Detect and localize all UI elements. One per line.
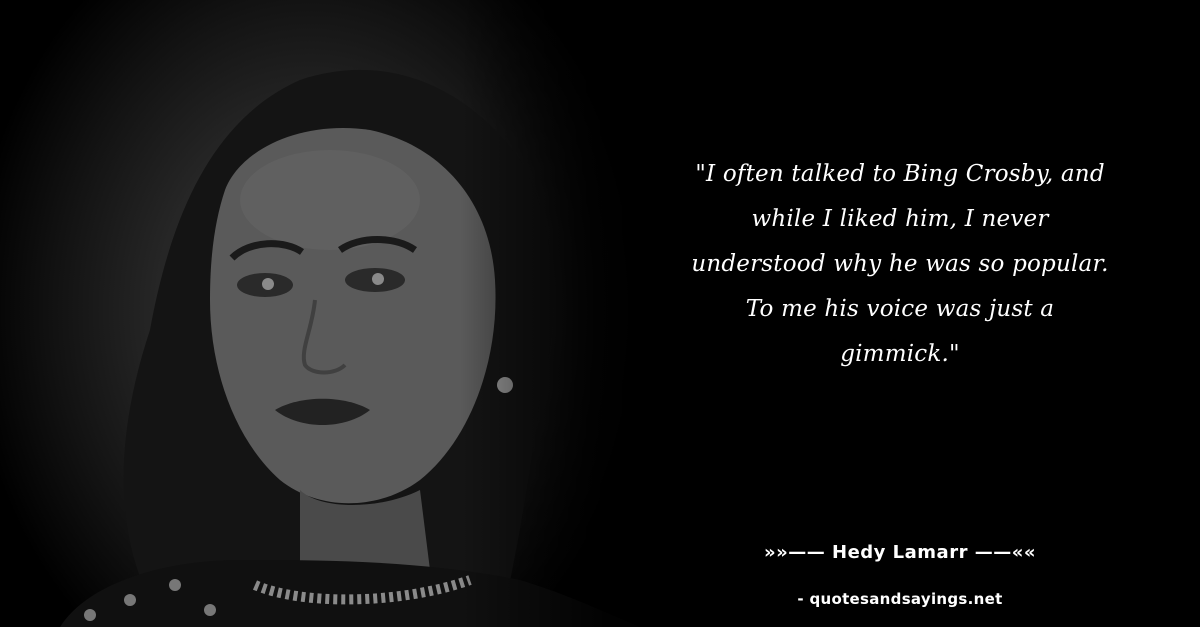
quote-text: "I often talked to Bing Crosby, and whil… — [691, 161, 1109, 367]
gradient-overlay — [460, 0, 720, 627]
site-credit: - quotesandsayings.net — [797, 590, 1003, 608]
quote-card: "I often talked to Bing Crosby, and whil… — [0, 0, 1200, 627]
author-name: »»—— Hedy Lamarr ——«« — [764, 542, 1036, 563]
